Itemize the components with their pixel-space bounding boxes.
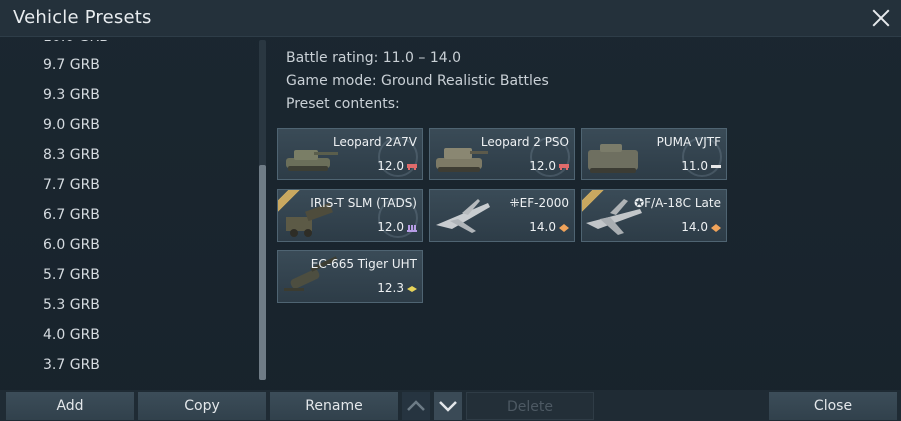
fighter-icon: [711, 224, 721, 232]
light-tank-icon: [711, 165, 721, 168]
preset-contents-label: Preset contents:: [286, 96, 400, 112]
list-item[interactable]: 9.0 GRB: [43, 110, 243, 140]
list-item[interactable]: 5.7 GRB: [43, 260, 243, 290]
vehicle-name: EC-665 Tiger UHT: [310, 257, 417, 271]
move-down-button[interactable]: [434, 392, 462, 420]
chevron-down-icon: [439, 401, 457, 412]
title-bar: Vehicle Presets: [0, 0, 901, 37]
helicopter-role-icon: [407, 286, 417, 292]
chevron-up-icon: [407, 400, 425, 411]
vehicle-card-iris-t-slm[interactable]: IRIS-T SLM (TADS) 12.0: [277, 189, 423, 242]
vehicle-br: 12.0: [529, 159, 556, 173]
vehicle-br: 14.0: [529, 220, 556, 234]
delete-button[interactable]: Delete: [466, 392, 594, 420]
list-item[interactable]: 6.0 GRB: [43, 230, 243, 260]
vehicle-card-fa-18c-late[interactable]: ✪F/A-18C Late 14.0: [581, 189, 727, 242]
vehicle-card-ec-665-tiger[interactable]: EC-665 Tiger UHT 12.3: [277, 250, 423, 303]
vehicle-br: 12.0: [377, 159, 404, 173]
rename-button[interactable]: Rename: [270, 392, 398, 420]
jet-icon: [436, 199, 490, 233]
vehicle-name: Leopard 2 PSO: [480, 135, 569, 149]
vehicle-card-ef-2000[interactable]: ⁜EF-2000 14.0: [429, 189, 575, 242]
vehicle-card-leopard-2a7v[interactable]: Leopard 2A7V 12.0: [277, 128, 423, 180]
window-title: Vehicle Presets: [13, 7, 152, 28]
copy-button[interactable]: Copy: [138, 392, 266, 420]
list-item[interactable]: 7.7 GRB: [43, 170, 243, 200]
list-item[interactable]: 4.0 GRB: [43, 320, 243, 350]
vehicle-br: 12.3: [377, 281, 404, 295]
game-mode-info: Game mode: Ground Realistic Battles: [286, 73, 549, 89]
vehicle-name: IRIS-T SLM (TADS): [310, 196, 417, 210]
vehicle-card-leopard-2-pso[interactable]: Leopard 2 PSO 12.0: [429, 128, 575, 180]
vehicle-br: 12.0: [377, 220, 404, 234]
close-button[interactable]: Close: [769, 392, 897, 420]
move-up-button[interactable]: [402, 392, 430, 420]
list-item[interactable]: 9.3 GRB: [43, 80, 243, 110]
battle-rating-list: 10.0 GRB 9.7 GRB 9.3 GRB 9.0 GRB 8.3 GRB…: [6, 40, 258, 380]
fighter-icon: [559, 224, 569, 232]
vehicle-card-puma-vjtf[interactable]: PUMA VJTF 11.0: [581, 128, 727, 180]
close-icon[interactable]: [870, 7, 892, 29]
battle-rating-info: Battle rating: 11.0 – 14.0: [286, 50, 461, 66]
vehicle-presets-window: Vehicle Presets 10.0 GRB 9.7 GRB 9.3 GRB…: [0, 0, 901, 421]
list-item[interactable]: 9.7 GRB: [43, 50, 243, 80]
list-item[interactable]: 5.3 GRB: [43, 290, 243, 320]
mbt-icon: [407, 164, 417, 170]
vehicle-br: 14.0: [681, 220, 708, 234]
list-scrollbar[interactable]: [259, 40, 266, 380]
vehicle-name: PUMA VJTF: [656, 135, 721, 149]
ifv-icon: [588, 144, 638, 173]
list-item[interactable]: 6.7 GRB: [43, 200, 243, 230]
vehicle-br: 11.0: [681, 159, 708, 173]
spaa-role-icon: [407, 225, 417, 232]
tank-icon: [286, 150, 338, 171]
add-button[interactable]: Add: [6, 392, 134, 420]
vehicle-name: ✪F/A-18C Late: [634, 196, 721, 210]
vehicle-name: ⁜EF-2000: [509, 196, 569, 210]
list-item[interactable]: 3.7 GRB: [43, 350, 243, 380]
list-item[interactable]: 8.3 GRB: [43, 140, 243, 170]
mbt-icon: [559, 164, 569, 170]
vehicle-name: Leopard 2A7V: [332, 135, 417, 149]
scrollbar-thumb[interactable]: [259, 165, 266, 380]
